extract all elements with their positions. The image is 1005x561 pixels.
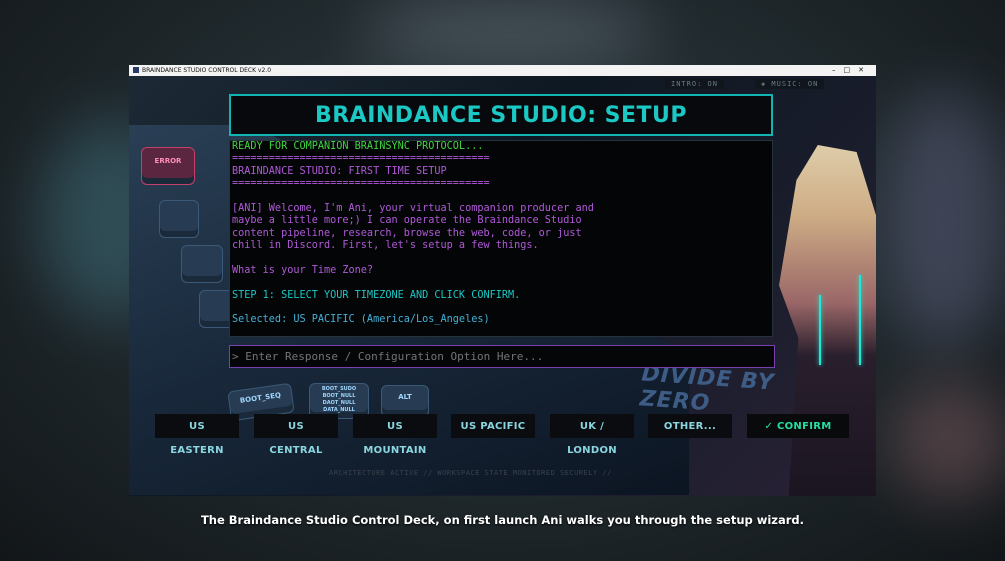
- neon-accent: [819, 295, 821, 365]
- response-input[interactable]: [229, 345, 775, 368]
- music-toggle[interactable]: ◈ MUSIC: ON: [755, 79, 825, 89]
- error-key: ERROR: [141, 147, 195, 185]
- background-blur: [360, 0, 660, 60]
- us-pacific-button[interactable]: US PACIFIC: [451, 414, 535, 438]
- title-bar: BRAINDANCE STUDIO CONTROL DECK v2.0 –□✕: [129, 65, 876, 76]
- console-line: What is your Time Zone?: [232, 264, 374, 276]
- app-icon: [133, 67, 139, 73]
- error-key-label: ERROR: [154, 157, 182, 165]
- alt-key: ALT: [381, 385, 429, 417]
- minimize-button[interactable]: –: [832, 66, 844, 74]
- us-mountain-button[interactable]: US MOUNTAIN: [353, 414, 437, 456]
- keycap: [181, 245, 223, 283]
- console-line: [ANI] Welcome, I'm Ani, your virtual com…: [232, 202, 594, 214]
- other-button[interactable]: OTHER...: [648, 414, 732, 438]
- uk-london-button[interactable]: UK / LONDON: [550, 414, 634, 456]
- neon-accent: [859, 275, 861, 365]
- console-line: Selected: US PACIFIC (America/Los_Angele…: [232, 314, 490, 326]
- console-line: maybe a little more;) I can operate the …: [232, 215, 582, 227]
- console-line: ========================================…: [232, 153, 490, 165]
- console-output: READY FOR COMPANION BRAINSYNC PROTOCOL..…: [229, 140, 773, 337]
- window-title: BRAINDANCE STUDIO CONTROL DECK v2.0: [142, 67, 272, 74]
- companion-portrait: [779, 145, 876, 496]
- console-line: content pipeline, research, browse the w…: [232, 227, 582, 239]
- footer-status-text: ARCHITECTURE ACTIVE // WORKSPACE STATE M…: [329, 469, 612, 477]
- background-blur: [890, 380, 1005, 500]
- boot-seq-key-label: BOOT_SEQ: [239, 391, 282, 405]
- console-line: chill in Discord. First, let's setup a f…: [232, 240, 539, 252]
- close-button[interactable]: ✕: [858, 66, 872, 74]
- background-blur: [880, 90, 1005, 350]
- window-controls: –□✕: [832, 65, 872, 76]
- maximize-button[interactable]: □: [844, 66, 859, 74]
- image-caption: The Braindance Studio Control Deck, on f…: [200, 513, 805, 527]
- intro-toggle[interactable]: INTRO: ON: [665, 79, 724, 89]
- boot-null-key-label: BOOT_SUDO BOOT_NULL DAOT_NULL DATA_NULL: [321, 386, 357, 413]
- console-line: READY FOR COMPANION BRAINSYNC PROTOCOL..…: [232, 141, 484, 152]
- us-eastern-button[interactable]: US EASTERN: [155, 414, 239, 456]
- page-title: BRAINDANCE STUDIO: SETUP: [229, 94, 773, 136]
- console-line: BRAINDANCE STUDIO: FIRST TIME SETUP: [232, 165, 447, 177]
- us-central-button[interactable]: US CENTRAL: [254, 414, 338, 456]
- confirm-button[interactable]: ✓ CONFIRM: [747, 414, 849, 438]
- keycap: [159, 200, 199, 238]
- console-line: STEP 1: SELECT YOUR TIMEZONE AND CLICK C…: [232, 289, 521, 301]
- alt-key-label: ALT: [398, 393, 412, 401]
- console-line: ========================================…: [232, 178, 490, 190]
- app-window: BRAINDANCE STUDIO CONTROL DECK v2.0 –□✕ …: [129, 65, 876, 496]
